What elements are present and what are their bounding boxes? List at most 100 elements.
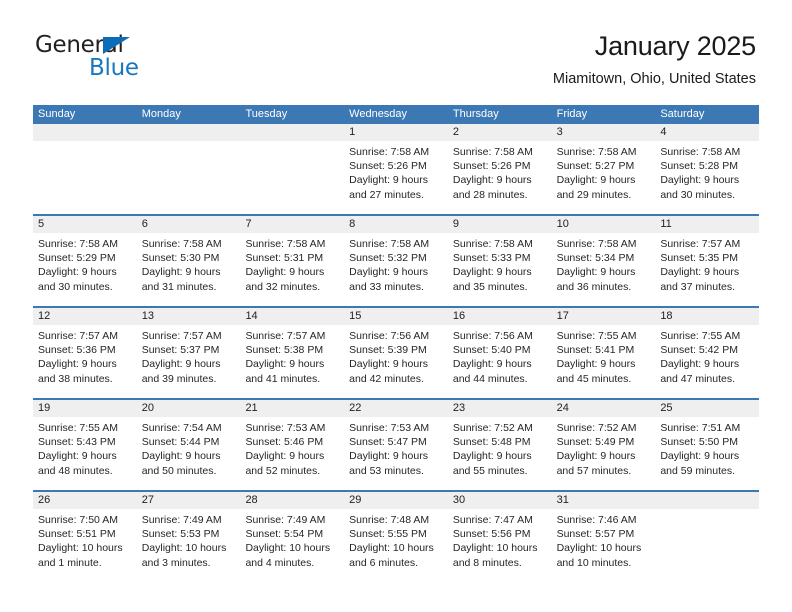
day-detail-line: Daylight: 9 hours — [245, 266, 325, 279]
calendar-day-cell[interactable]: 7 Sunrise: 7:58 AM Sunset: 5:31 PM Daylight… — [240, 216, 345, 306]
calendar-day-cell[interactable]: 16 Sunrise: 7:56 AM Sunset: 5:40 PM Dayligh… — [447, 308, 552, 398]
day-number: 26 — [33, 492, 137, 509]
day-details: Sunrise: 7:58 AM Sunset: 5:34 PM Daylight:… — [552, 233, 656, 294]
day-number: 2 — [447, 124, 552, 141]
day-details: Sunrise: 7:56 AM Sunset: 5:40 PM Daylight:… — [448, 325, 552, 386]
calendar-day-cell[interactable]: 6 Sunrise: 7:58 AM Sunset: 5:30 PM Daylight… — [136, 216, 241, 306]
day-number: 9 — [447, 216, 552, 233]
day-detail-line: and 35 minutes. — [452, 280, 528, 293]
calendar-day-cell[interactable]: 31 Sunrise: 7:46 AM Sunset: 5:57 PM Dayligh… — [551, 492, 656, 582]
calendar-day-cell[interactable]: 23 Sunrise: 7:52 AM Sunset: 5:48 PM Dayligh… — [447, 400, 552, 490]
day-number: 3 — [551, 124, 656, 141]
day-detail-line: Sunrise: 7:48 AM — [349, 514, 430, 526]
day-details: Sunrise: 7:58 AM Sunset: 5:28 PM Daylight:… — [655, 141, 759, 202]
day-detail-line: Sunset: 5:30 PM — [141, 252, 220, 265]
calendar-day-cell[interactable]: 11 Sunrise: 7:57 AM Sunset: 5:35 PM Dayligh… — [655, 216, 760, 306]
day-detail-line: Sunrise: 7:50 AM — [38, 514, 118, 526]
calendar-weeks: 1 Sunrise: 7:58 AM Sunset: 5:26 PM Daylight… — [33, 124, 760, 582]
general-blue-logo: General Blue — [35, 33, 215, 83]
day-detail-line: Sunset: 5:40 PM — [452, 344, 531, 357]
day-detail-line: Daylight: 9 hours — [452, 174, 532, 187]
calendar-day-cell[interactable]: 12 Sunrise: 7:57 AM Sunset: 5:36 PM Dayligh… — [33, 308, 137, 398]
day-detail-line: Sunrise: 7:58 AM — [245, 238, 326, 250]
day-number: 7 — [240, 216, 345, 233]
calendar-day-cell[interactable]: 17 Sunrise: 7:55 AM Sunset: 5:41 PM Dayligh… — [551, 308, 656, 398]
day-detail-line: Sunset: 5:28 PM — [660, 160, 738, 173]
calendar-day-cell[interactable]: 10 Sunrise: 7:58 AM Sunset: 5:34 PM Dayligh… — [551, 216, 656, 306]
calendar-day-cell[interactable]: 28 Sunrise: 7:49 AM Sunset: 5:54 PM Dayligh… — [240, 492, 345, 582]
day-detail-line: Daylight: 9 hours — [349, 174, 428, 187]
day-detail-line: Daylight: 9 hours — [452, 450, 532, 463]
day-detail-line: and 3 minutes. — [141, 556, 211, 569]
calendar-day-cell-empty — [655, 492, 760, 582]
day-number: 21 — [240, 400, 345, 417]
day-detail-line: Sunset: 5:41 PM — [556, 344, 635, 357]
day-detail-line: Daylight: 10 hours — [349, 542, 434, 555]
calendar-day-cell[interactable]: 27 Sunrise: 7:49 AM Sunset: 5:53 PM Dayligh… — [136, 492, 241, 582]
day-detail-line: and 59 minutes. — [660, 464, 736, 477]
page-subtitle: Miamitown, Ohio, United States — [552, 71, 756, 87]
calendar-day-cell[interactable]: 18 Sunrise: 7:55 AM Sunset: 5:42 PM Dayligh… — [655, 308, 760, 398]
page-title: January 2025 — [594, 31, 756, 61]
day-detail-line: Sunrise: 7:58 AM — [349, 146, 430, 158]
day-detail-line: Sunrise: 7:58 AM — [660, 146, 741, 158]
calendar-day-cell[interactable]: 2 Sunrise: 7:58 AM Sunset: 5:26 PM Daylight… — [447, 124, 552, 214]
calendar-week-row: 5 Sunrise: 7:58 AM Sunset: 5:29 PM Daylight… — [33, 214, 760, 306]
day-details: Sunrise: 7:54 AM Sunset: 5:44 PM Daylight:… — [137, 417, 241, 478]
day-detail-line: and 33 minutes. — [349, 280, 424, 293]
calendar-week-row: 26 Sunrise: 7:50 AM Sunset: 5:51 PM Dayligh… — [33, 490, 760, 582]
day-number: 13 — [136, 308, 241, 325]
day-detail-line: Sunset: 5:42 PM — [660, 344, 738, 357]
calendar-day-cell[interactable]: 5 Sunrise: 7:58 AM Sunset: 5:29 PM Daylight… — [33, 216, 137, 306]
day-detail-line: and 42 minutes. — [349, 372, 424, 385]
calendar-day-cell[interactable]: 9 Sunrise: 7:58 AM Sunset: 5:33 PM Daylight… — [447, 216, 552, 306]
calendar-day-cell[interactable]: 8 Sunrise: 7:58 AM Sunset: 5:32 PM Daylight… — [344, 216, 448, 306]
calendar-day-cell[interactable]: 15 Sunrise: 7:56 AM Sunset: 5:39 PM Dayligh… — [344, 308, 448, 398]
calendar-day-cell[interactable]: 29 Sunrise: 7:48 AM Sunset: 5:55 PM Dayligh… — [344, 492, 448, 582]
calendar-day-cell[interactable]: 22 Sunrise: 7:53 AM Sunset: 5:47 PM Dayligh… — [344, 400, 448, 490]
day-details: Sunrise: 7:53 AM Sunset: 5:46 PM Daylight:… — [240, 417, 344, 478]
calendar-day-cell[interactable]: 14 Sunrise: 7:57 AM Sunset: 5:38 PM Dayligh… — [240, 308, 345, 398]
day-detail-line: Sunrise: 7:51 AM — [660, 422, 741, 434]
day-number: 15 — [344, 308, 448, 325]
day-detail-line: Sunrise: 7:53 AM — [349, 422, 430, 434]
calendar-day-cell[interactable]: 1 Sunrise: 7:58 AM Sunset: 5:26 PM Daylight… — [344, 124, 448, 214]
day-number: 30 — [447, 492, 552, 509]
day-details: Sunrise: 7:55 AM Sunset: 5:43 PM Daylight:… — [33, 417, 137, 478]
day-number: 25 — [655, 400, 760, 417]
day-detail-line: Daylight: 9 hours — [660, 174, 740, 187]
day-detail-line: Sunset: 5:34 PM — [556, 252, 635, 265]
calendar-day-cell[interactable]: 20 Sunrise: 7:54 AM Sunset: 5:44 PM Dayligh… — [136, 400, 241, 490]
day-details — [33, 141, 137, 145]
calendar-day-cell[interactable]: 24 Sunrise: 7:52 AM Sunset: 5:49 PM Dayligh… — [551, 400, 656, 490]
calendar-week-row: 19 Sunrise: 7:55 AM Sunset: 5:43 PM Dayligh… — [33, 398, 760, 490]
day-detail-line: Sunrise: 7:58 AM — [141, 238, 222, 250]
day-number: 19 — [33, 400, 137, 417]
day-detail-line: Sunset: 5:32 PM — [349, 252, 427, 265]
calendar-day-cell[interactable]: 21 Sunrise: 7:53 AM Sunset: 5:46 PM Dayligh… — [240, 400, 345, 490]
calendar-day-cell[interactable]: 3 Sunrise: 7:58 AM Sunset: 5:27 PM Daylight… — [551, 124, 656, 214]
day-details: Sunrise: 7:58 AM Sunset: 5:30 PM Daylight:… — [137, 233, 241, 294]
day-detail-line: Daylight: 10 hours — [38, 542, 123, 555]
weekday-header-tuesday: Tuesday — [245, 108, 288, 120]
day-detail-line: Sunset: 5:37 PM — [141, 344, 220, 357]
calendar-day-cell[interactable]: 30 Sunrise: 7:47 AM Sunset: 5:56 PM Dayligh… — [447, 492, 552, 582]
day-detail-line: Daylight: 10 hours — [141, 542, 227, 555]
calendar-day-cell[interactable]: 25 Sunrise: 7:51 AM Sunset: 5:50 PM Dayligh… — [655, 400, 760, 490]
calendar-day-cell[interactable]: 13 Sunrise: 7:57 AM Sunset: 5:37 PM Dayligh… — [136, 308, 241, 398]
day-number — [240, 124, 345, 141]
calendar-day-cell[interactable]: 19 Sunrise: 7:55 AM Sunset: 5:43 PM Dayligh… — [33, 400, 137, 490]
day-detail-line: Daylight: 9 hours — [556, 266, 636, 279]
calendar-day-cell[interactable]: 26 Sunrise: 7:50 AM Sunset: 5:51 PM Dayligh… — [33, 492, 137, 582]
day-detail-line: Sunrise: 7:49 AM — [245, 514, 326, 526]
day-number — [33, 124, 137, 141]
day-details: Sunrise: 7:53 AM Sunset: 5:47 PM Daylight:… — [344, 417, 448, 478]
day-details: Sunrise: 7:51 AM Sunset: 5:50 PM Daylight:… — [655, 417, 759, 478]
day-detail-line: Sunrise: 7:49 AM — [141, 514, 222, 526]
day-detail-line: and 28 minutes. — [452, 188, 528, 201]
weekday-header-wednesday: Wednesday — [349, 108, 408, 120]
day-detail-line: and 44 minutes. — [452, 372, 528, 385]
day-detail-line: and 55 minutes. — [452, 464, 528, 477]
calendar-day-cell[interactable]: 4 Sunrise: 7:58 AM Sunset: 5:28 PM Daylight… — [655, 124, 760, 214]
day-details: Sunrise: 7:55 AM Sunset: 5:42 PM Daylight:… — [655, 325, 759, 386]
